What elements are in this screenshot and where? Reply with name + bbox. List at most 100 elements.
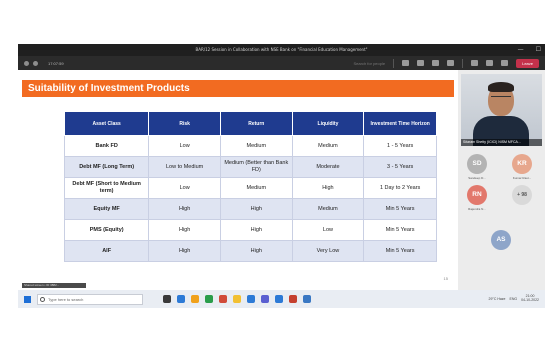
meeting-window: BAR/12 Session in Collaboration with NSE… [18, 44, 545, 308]
presenter-hair [488, 82, 514, 92]
shared-screen-label: Shared screen • ID 3882... [22, 283, 86, 288]
taskbar-search-input[interactable]: Type here to search [37, 293, 143, 305]
participant-avatar[interactable]: SD [467, 154, 487, 174]
asset-cell: Debt MF (Long Term) [63, 156, 150, 178]
shared-screen: Suitability of Investment Products Asset… [18, 70, 458, 290]
office-icon[interactable] [219, 295, 227, 303]
windows-start-icon[interactable] [24, 295, 31, 303]
chrome-icon[interactable] [205, 295, 213, 303]
return-cell: High [219, 219, 293, 241]
record-icon [33, 60, 38, 66]
folder-icon[interactable] [233, 295, 241, 303]
chat-icon[interactable] [417, 60, 425, 66]
presenter-video[interactable]: Sitaram Shetty (ICICI) NISM MFCA... [461, 74, 542, 146]
powerpoint-icon[interactable] [289, 295, 297, 303]
return-cell: High [219, 198, 293, 220]
liquidity-cell: Very Low [291, 240, 365, 262]
edge-icon[interactable] [177, 295, 185, 303]
investment-table: Asset Class Risk Return Liquidity Invest… [63, 111, 437, 262]
risk-cell: Low [148, 177, 221, 199]
column-header: Investment Time Horizon [363, 111, 437, 136]
more-options-icon[interactable] [447, 60, 455, 66]
search-icon [40, 296, 45, 302]
microphone-icon[interactable] [486, 60, 494, 66]
liquidity-cell: Moderate [291, 156, 365, 178]
risk-cell: Low [148, 135, 221, 157]
app-icon[interactable] [303, 295, 311, 303]
window-controls: — ☐ [518, 44, 541, 56]
horizon-cell: 1 - 5 Years [363, 135, 437, 157]
asset-cell: AIF [63, 240, 150, 262]
page: BAR/12 Session in Collaboration with NSE… [0, 0, 553, 338]
window-title: BAR/12 Session in Collaboration with NSE… [195, 47, 368, 52]
toolbar-divider [462, 58, 464, 68]
asset-cell: Debt MF (Short to Medium term) [63, 177, 150, 199]
clock-date: 04-10-2022 [521, 298, 539, 302]
taskbar-clock[interactable]: 21:00 04-10-2022 [521, 294, 539, 303]
risk-cell: Low to Medium [148, 156, 221, 178]
return-cell: Medium [219, 135, 293, 157]
share-screen-icon[interactable] [501, 60, 509, 66]
language-indicator[interactable]: ENG [510, 297, 518, 301]
toolbar-divider [393, 58, 395, 68]
table-header-row: Asset Class Risk Return Liquidity Invest… [63, 111, 437, 136]
camera-icon[interactable] [471, 60, 479, 66]
maximize-button[interactable]: ☐ [536, 44, 541, 56]
leave-button[interactable]: Leave [516, 58, 539, 68]
horizon-cell: Min 5 Years [363, 219, 437, 241]
participant-name: Kumar Raut... [512, 176, 532, 180]
table-row: Debt MF (Long Term) Low to Medium Medium… [63, 156, 437, 178]
windows-taskbar: Type here to search 29°C Haze ENG 21:00 … [18, 290, 545, 308]
meeting-toolbar: 17:07:59 Search for people Leave [18, 56, 545, 70]
participant-name: Sandeep D... [468, 176, 486, 180]
table-row: Debt MF (Short to Medium term) Low Mediu… [63, 177, 437, 199]
slide-page-number: 15 [443, 276, 448, 281]
participant-avatar[interactable]: RN [467, 185, 487, 205]
horizon-cell: 1 Day to 2 Years [363, 177, 437, 199]
teams-icon[interactable] [261, 295, 269, 303]
asset-cell: Equity MF [63, 198, 150, 220]
liquidity-cell: Low [291, 219, 365, 241]
participant-avatar[interactable]: AS [491, 230, 511, 250]
people-search-input[interactable]: Search for people [354, 61, 386, 66]
presenter-name: Sitaram Shetty (ICICI) NISM MFCA... [461, 139, 542, 146]
risk-cell: High [148, 240, 221, 262]
column-header: Return [219, 111, 293, 136]
horizon-cell: 3 - 5 Years [363, 156, 437, 178]
column-header: Risk [148, 111, 221, 136]
column-header: Asset Class [63, 111, 150, 136]
return-cell: Medium (Better than Bank FD) [219, 156, 293, 178]
asset-cell: Bank FD [63, 135, 150, 157]
weather-text[interactable]: 29°C Haze [489, 297, 506, 301]
table-row: AIF High High Very Low Min 5 Years [63, 240, 437, 262]
participant-name: Rajendra N... [468, 207, 486, 211]
liquidity-cell: Medium [291, 135, 365, 157]
file-explorer-icon[interactable] [191, 295, 199, 303]
liquidity-cell: Medium [291, 198, 365, 220]
taskbar-search-placeholder: Type here to search [48, 296, 84, 302]
participants-panel: Sitaram Shetty (ICICI) NISM MFCA... SD S… [458, 70, 545, 290]
return-cell: High [219, 240, 293, 262]
task-view-icon[interactable] [163, 295, 171, 303]
reactions-icon[interactable] [432, 60, 440, 66]
table-row: Equity MF High High Medium Min 5 Years [63, 198, 437, 220]
more-participants[interactable]: + 98 [512, 185, 532, 205]
participant-avatar[interactable]: KR [512, 154, 532, 174]
liquidity-cell: High [291, 177, 365, 199]
taskbar-apps [163, 295, 311, 303]
minimize-button[interactable]: — [518, 44, 524, 56]
shield-icon [24, 60, 29, 66]
window-titlebar: BAR/12 Session in Collaboration with NSE… [18, 44, 545, 56]
risk-cell: High [148, 198, 221, 220]
grid-view-icon[interactable] [402, 60, 410, 66]
system-tray: 29°C Haze ENG 21:00 04-10-2022 [489, 294, 545, 303]
outlook-icon[interactable] [247, 295, 255, 303]
risk-cell: High [148, 219, 221, 241]
asset-cell: PMS (Equity) [63, 219, 150, 241]
horizon-cell: Min 5 Years [363, 198, 437, 220]
table-row: PMS (Equity) High High Low Min 5 Years [63, 219, 437, 241]
word-icon[interactable] [275, 295, 283, 303]
slide-title: Suitability of Investment Products [22, 80, 454, 97]
column-header: Liquidity [291, 111, 365, 136]
horizon-cell: Min 5 Years [363, 240, 437, 262]
